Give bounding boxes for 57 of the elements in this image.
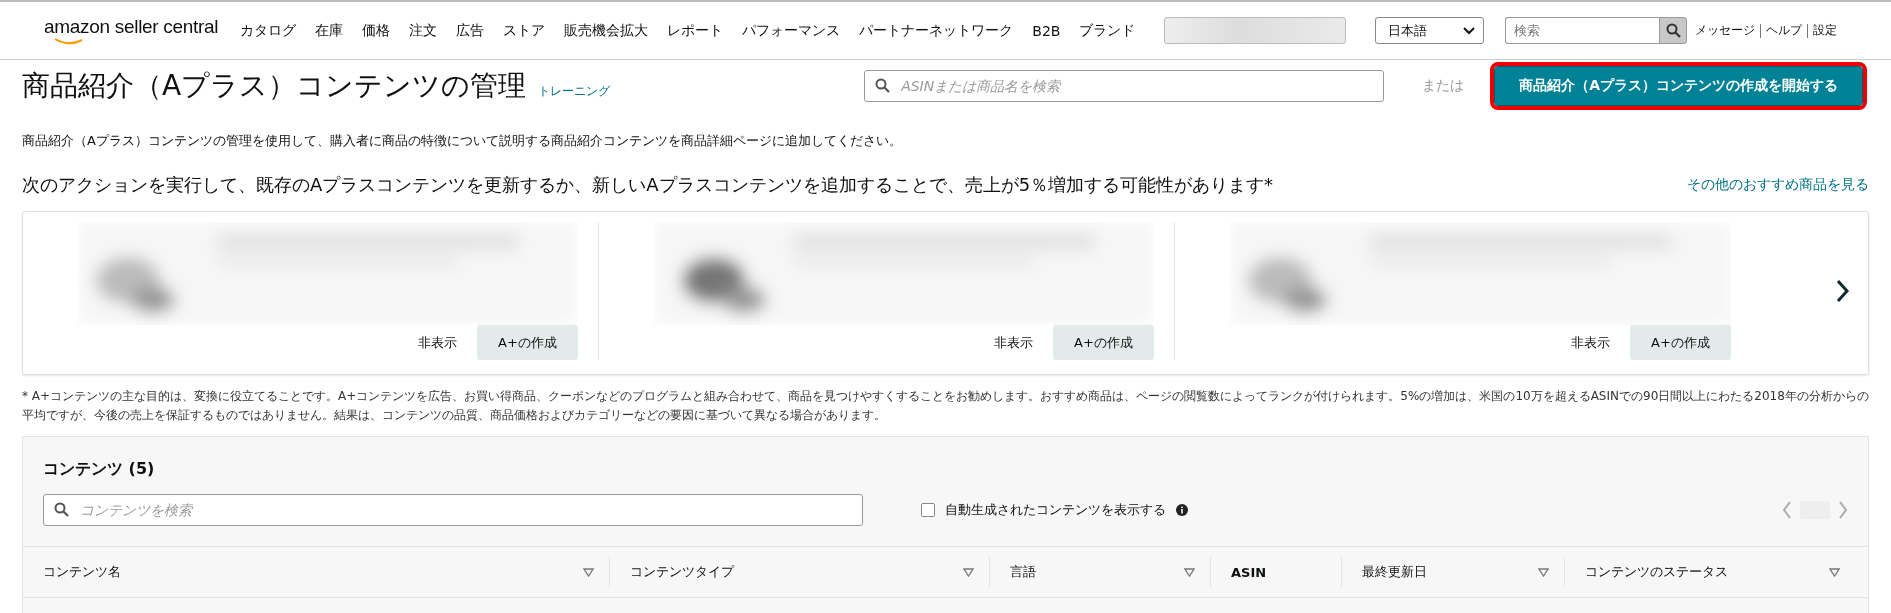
header-link[interactable]: 設定 <box>1813 22 1838 39</box>
header-link[interactable]: メッセージ <box>1695 22 1756 39</box>
nav-link[interactable]: 販売機会拡大 <box>564 21 649 40</box>
panel-title: コンテンツ (5) <box>42 458 156 480</box>
chevron-down-icon <box>1463 26 1476 35</box>
hide-link[interactable]: 非表示 <box>418 333 457 352</box>
column-header[interactable]: 言語 <box>1010 563 1036 581</box>
footnote: * A+コンテンツの主な目的は、変換に役立てることです。A+コンテンツを広告、お買い得商品、クーポンなどのプログラムと組み合わせて、商品を見つけやすくすることをお勧めします。おすすめ商品は、ページの閲覧数によってランクが付けられます。5%の増加は、米国の10万を超えるASINでの90日間以上にわたる2018年の分析からの平均ですが、今後の売上を保証するものではありません。結果は、コンテンツの品質、商品価格およびカテゴリーなどの要因に基づいて異なる場合があります。 <box>22 388 1869 424</box>
nav-link[interactable]: パートナーネットワーク <box>859 21 1014 40</box>
checkbox-label: 自動生成されたコンテンツを表示する <box>945 501 1166 519</box>
nav-link[interactable]: B2B <box>1032 22 1061 39</box>
language-select[interactable]: 日本語 <box>1375 17 1485 44</box>
filter-icon[interactable] <box>583 567 594 577</box>
nav-link[interactable]: レポート <box>667 21 724 40</box>
search-field[interactable]: ASINまたは商品名を検索 <box>864 70 1385 102</box>
info-icon <box>1176 504 1188 516</box>
nav-link[interactable]: カタログ <box>240 21 297 40</box>
filter-icon[interactable] <box>1829 567 1840 577</box>
logo[interactable]: amazon seller central <box>44 15 219 46</box>
search-field[interactable]: 検索 <box>1505 17 1660 44</box>
hide-link[interactable]: 非表示 <box>994 333 1033 352</box>
nav-link[interactable]: ブランド <box>1079 21 1136 40</box>
filter-icon[interactable] <box>963 567 974 577</box>
nav-link[interactable]: 在庫 <box>315 21 344 40</box>
or-label: または <box>1422 77 1465 95</box>
search-field[interactable]: コンテンツを検索 <box>43 494 863 526</box>
search-button[interactable] <box>1659 17 1688 44</box>
create-button[interactable]: A+の作成 <box>1053 325 1154 360</box>
more-link[interactable]: その他のおすすめ商品を見る <box>1687 176 1869 194</box>
headline: 次のアクションを実行して、既存のAプラスコンテンツを更新するか、新しいAプラスコンテンツを追加することで、売上が5％増加する可能性があります* <box>22 173 1274 197</box>
chevron-right-icon[interactable] <box>1838 501 1848 519</box>
checkbox[interactable] <box>921 503 935 517</box>
filter-icon[interactable] <box>1184 567 1195 577</box>
chevron-left-icon[interactable] <box>1782 501 1792 519</box>
column-header[interactable]: コンテンツのステータス <box>1585 563 1728 581</box>
nav-link[interactable]: ストア <box>503 21 546 40</box>
training-link[interactable]: トレーニング <box>538 82 611 100</box>
description: 商品紹介（Aプラス）コンテンツの管理を使用して、購入者に商品の特徴について説明する商品紹介コンテンツを商品詳細ページに追加してください。 <box>22 132 903 150</box>
search-icon <box>1665 23 1681 38</box>
nav-link[interactable]: パフォーマンス <box>742 21 841 40</box>
nav-link[interactable]: 価格 <box>362 21 391 40</box>
search-icon <box>54 502 69 517</box>
nav-link[interactable]: 注文 <box>409 21 438 40</box>
header-link[interactable]: ヘルプ <box>1766 22 1803 39</box>
column-header[interactable]: 最終更新日 <box>1362 563 1427 581</box>
column-header[interactable]: コンテンツ名 <box>43 563 121 581</box>
search-icon <box>875 78 891 93</box>
page-title: 商品紹介（Aプラス）コンテンツの管理 <box>22 68 527 104</box>
hide-link[interactable]: 非表示 <box>1571 333 1610 352</box>
create-button[interactable]: A+の作成 <box>1630 325 1731 360</box>
column-header[interactable]: ASIN <box>1231 564 1267 580</box>
chevron-right-icon <box>1836 279 1850 303</box>
column-header[interactable]: コンテンツタイプ <box>630 563 734 581</box>
filter-icon[interactable] <box>1538 567 1549 577</box>
smile-icon <box>54 37 84 46</box>
create-button[interactable]: A+の作成 <box>477 325 578 360</box>
nav-link[interactable]: 広告 <box>456 21 485 40</box>
